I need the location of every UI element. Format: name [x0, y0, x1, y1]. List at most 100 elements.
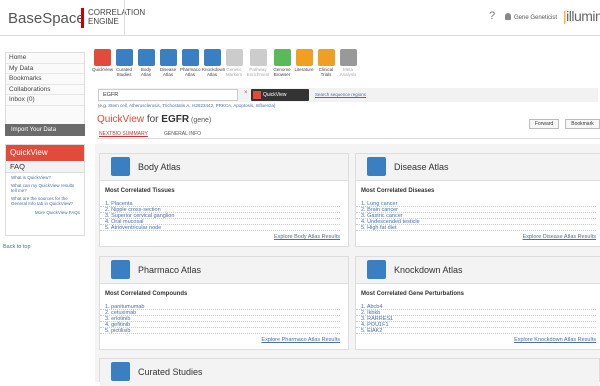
more-faqs-link[interactable]: More QuickView FAQs [6, 207, 84, 215]
clear-icon[interactable]: × [244, 90, 248, 96]
tool-meta-analysis[interactable]: Meta Analysis [338, 46, 358, 84]
bookmark-button[interactable]: Bookmark [565, 119, 600, 129]
body-atlas-card: Body Atlas Most Correlated Tissues 1. Pl… [99, 153, 349, 247]
curated-studies-card: Curated Studies [99, 358, 600, 386]
faq-heading: FAQ [6, 161, 84, 173]
explore-results-link[interactable]: Explore Knockdown Atlas Results [356, 334, 600, 343]
examples-list[interactable]: Stem cell, Atherosclerosis, Trichostatin… [108, 103, 275, 108]
title-suffix: (gene) [189, 117, 212, 124]
chevron-down-icon[interactable]: ⌄ [106, 17, 113, 26]
faq-link[interactable]: What can my QuickView results tell me? [6, 181, 84, 194]
faq-link[interactable]: What are the sources for the General Inf… [6, 194, 84, 207]
tool-genome-browser[interactable]: Genome Browser [272, 46, 292, 84]
tool-body-atlas[interactable]: Body Atlas [136, 46, 156, 84]
tool-knockdown-atlas[interactable]: Knockdown Atlas [202, 46, 226, 84]
sidebar-item-inbox[interactable]: Inbox (0) [6, 95, 84, 106]
tool-label: Curated Studies [115, 67, 132, 77]
card-header: Knockdown Atlas [356, 257, 600, 284]
tool-pathway-enrichment[interactable]: Pathway Enrichment [246, 46, 270, 84]
result-name: ElAK2 [367, 328, 383, 334]
knockdown-atlas-card: Knockdown Atlas Most Correlated Gene Per… [355, 256, 600, 350]
tool-label: Pharmaco Atlas [180, 67, 201, 77]
tool-label: Knockdown Atlas [202, 67, 226, 77]
tool-clinical-trials[interactable]: Clinical Trials [316, 46, 336, 84]
user-name: Gene Geneticist [514, 15, 558, 21]
card-header: Body Atlas [100, 154, 348, 181]
basespace-logo[interactable]: BaseSpace [8, 10, 85, 27]
pharmaco-atlas-icon [181, 49, 199, 66]
search-button-label: QuickView [263, 92, 287, 98]
sidebar-item-my-data[interactable]: My Data [6, 64, 84, 74]
tab-nextbio-summary[interactable]: NEXTBIO SUMMARY [99, 131, 148, 137]
search-bar: EGFR × QuickView Search sequence regions [98, 88, 598, 102]
curated-studies-icon [115, 49, 133, 66]
import-data-label: Import Your Data [11, 127, 57, 133]
knockdown-atlas-icon [203, 49, 221, 66]
faq-link[interactable]: What is QuickView? [6, 173, 84, 181]
tool-label: Literature [294, 67, 314, 72]
explore-results-link[interactable]: Explore Pharmaco Atlas Results [100, 334, 348, 343]
page-title: QuickView for EGFR (gene) [97, 114, 211, 125]
title-gene: EGFR [161, 114, 190, 125]
correlation-engine-menu[interactable]: CORRELATION ENGINE [88, 8, 145, 26]
quickview-faq-panel: QuickView FAQ What is QuickView? What ca… [5, 144, 85, 236]
brand-divider [81, 8, 84, 28]
tool-label: QuickView [92, 67, 114, 72]
sidebar-item-collaborations[interactable]: Collaborations [6, 85, 84, 95]
tool-quickview[interactable]: QuickView [92, 46, 114, 84]
result-name: Atrioventricular node [110, 225, 162, 231]
search-sequence-link[interactable]: Search sequence regions [315, 92, 366, 97]
quickview-mini-icon [253, 91, 261, 99]
genetic-markers-icon [225, 49, 243, 66]
card-title: Body Atlas [138, 162, 181, 172]
clinical-trials-icon [317, 49, 335, 66]
tool-disease-atlas[interactable]: Disease Atlas [158, 46, 178, 84]
tool-label: Meta Analysis [339, 67, 357, 77]
tab-general-info[interactable]: GENERAL INFO [164, 131, 201, 137]
search-input[interactable]: EGFR [98, 89, 238, 101]
import-data-button[interactable]: Import Your Data [5, 124, 85, 136]
body-atlas-icon [137, 49, 155, 66]
card-header: Disease Atlas [356, 154, 600, 181]
card-title: Curated Studies [138, 367, 203, 377]
title-quickview: QuickView [97, 114, 145, 125]
back-to-top-link[interactable]: Back to top [3, 244, 31, 250]
disease-atlas-icon [367, 157, 386, 176]
pharmaco-atlas-icon [111, 260, 130, 279]
quickview-panel-header: QuickView [6, 145, 84, 161]
card-subtitle: Most Correlated Tissues [105, 188, 175, 194]
card-subtitle: Most Correlated Gene Perturbations [361, 291, 465, 297]
disease-atlas-icon [159, 49, 177, 66]
tool-label: Clinical Trials [318, 67, 334, 77]
card-subtitle: Most Correlated Diseases [361, 188, 435, 194]
pharmaco-atlas-card: Pharmaco Atlas Most Correlated Compounds… [99, 256, 349, 350]
explore-results-link[interactable]: Explore Body Atlas Results [100, 231, 348, 240]
tool-literature[interactable]: Literature [294, 46, 314, 84]
result-name: pictilisib [111, 328, 131, 334]
forward-button[interactable]: Forward [529, 119, 559, 129]
help-icon[interactable]: ? [489, 10, 495, 22]
sidebar-item-home[interactable]: Home [6, 53, 84, 64]
tool-genetic-markers[interactable]: Genetic Markers [224, 46, 244, 84]
genome-browser-icon [273, 49, 291, 66]
tool-pharmaco-atlas[interactable]: Pharmaco Atlas [180, 46, 201, 84]
card-subtitle: Most Correlated Compounds [105, 291, 188, 297]
header-divider [124, 0, 125, 36]
card-header: Pharmaco Atlas [100, 257, 348, 284]
literature-icon [295, 49, 313, 66]
explore-results-link[interactable]: Explore Disease Atlas Results [356, 231, 600, 240]
tool-curated-studies[interactable]: Curated Studies [114, 46, 134, 84]
tool-label: Genetic Markers [225, 67, 243, 77]
sidebar-item-bookmarks[interactable]: Bookmarks [6, 74, 84, 85]
brand-ce-line1: CORRELATION [88, 8, 146, 17]
card-title: Disease Atlas [394, 162, 449, 172]
title-for: for [144, 114, 162, 125]
knockdown-atlas-icon [367, 260, 386, 279]
quickview-icon [93, 49, 111, 66]
quickview-search-button[interactable]: QuickView [251, 89, 309, 101]
examples-prefix: (e.g. [98, 103, 109, 108]
user-icon [505, 13, 511, 20]
user-menu[interactable]: Gene Geneticist [505, 13, 557, 21]
tool-label: Genome Browser [273, 67, 291, 77]
tool-label: Pathway Enrichment [246, 67, 270, 77]
